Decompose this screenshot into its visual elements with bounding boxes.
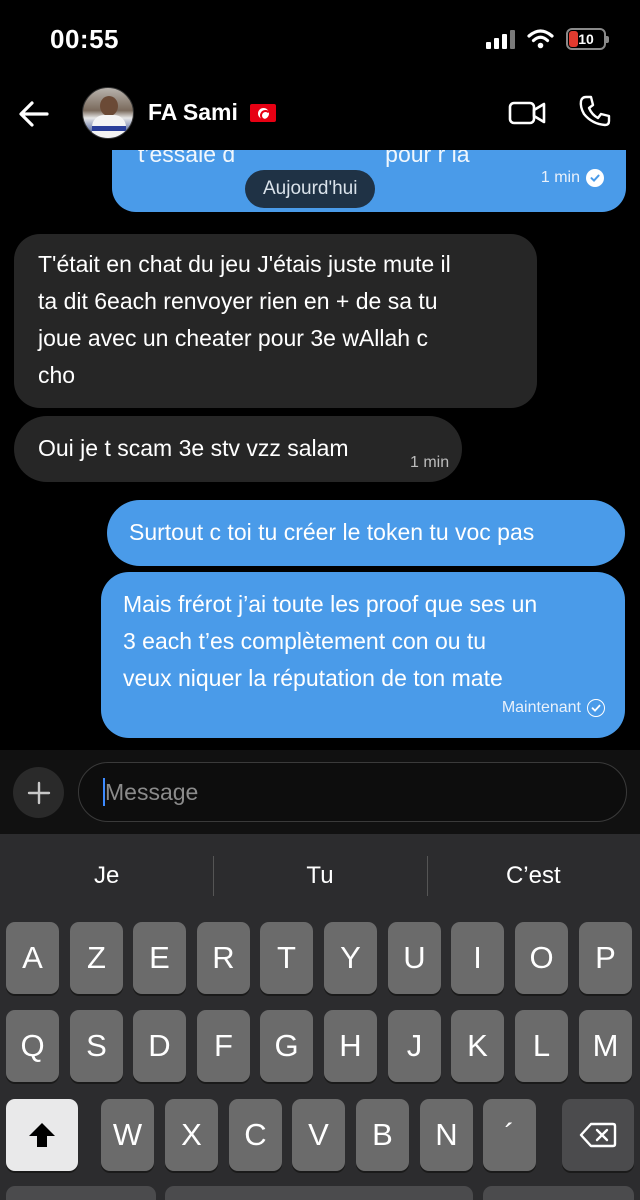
key-q[interactable]: Q	[6, 1010, 59, 1082]
return-key[interactable]	[483, 1186, 634, 1200]
space-key[interactable]	[165, 1186, 473, 1200]
status-icons: 10	[486, 28, 609, 50]
message-line: 3 each t’es complètement con ou tu	[123, 628, 487, 654]
message-time: 1 min	[540, 169, 580, 186]
suggestion-bar: Je Tu C’est	[0, 852, 640, 900]
conversation[interactable]: t’essaie d pour r la 1 min Aujourd'hui T'…	[0, 150, 640, 750]
suggestion-item[interactable]: Tu	[213, 852, 426, 900]
message-input[interactable]	[78, 762, 627, 822]
key-s[interactable]: S	[70, 1010, 123, 1082]
status-bar: 00:55 10	[0, 0, 640, 80]
suggestion-item[interactable]: Je	[0, 852, 213, 900]
message-line: joue avec un cheater pour 3e wAllah c	[38, 325, 428, 351]
message-line: T'était en chat du jeu J'étais juste mut…	[38, 251, 451, 277]
message-meta: Maintenant	[502, 689, 605, 726]
key-c[interactable]: C	[229, 1099, 282, 1171]
key-x[interactable]: X	[165, 1099, 218, 1171]
keyboard: Je Tu C’est A Z E R T Y U I O P Q S D F …	[0, 834, 640, 1200]
key-m[interactable]: M	[579, 1010, 632, 1082]
contact-name[interactable]: FA Sami	[148, 99, 238, 126]
chat-header: FA Sami	[0, 80, 640, 150]
key-j[interactable]: J	[388, 1010, 441, 1082]
message-bubble-outgoing[interactable]: Surtout c toi tu créer le token tu voc p…	[107, 500, 625, 566]
message-meta: 1 min	[541, 159, 604, 196]
message-line: pour r la	[385, 150, 470, 167]
backspace-icon	[579, 1122, 617, 1148]
key-n[interactable]: N	[420, 1099, 473, 1171]
key-v[interactable]: V	[292, 1099, 345, 1171]
key-h[interactable]: H	[324, 1010, 377, 1082]
signal-icon	[486, 29, 515, 49]
tunisia-flag-icon	[250, 104, 276, 122]
sent-check-icon	[587, 698, 605, 717]
message-bubble-incoming[interactable]: T'était en chat du jeu J'étais juste mut…	[14, 234, 537, 408]
text-caret	[103, 778, 105, 806]
key-e[interactable]: E	[133, 922, 186, 994]
key-g[interactable]: G	[260, 1010, 313, 1082]
video-camera-icon[interactable]	[508, 98, 546, 128]
message-time: 1 min	[410, 454, 450, 471]
message-line: Surtout c toi tu créer le token tu voc p…	[129, 519, 535, 545]
key-z[interactable]: Z	[70, 922, 123, 994]
status-time: 00:55	[50, 24, 119, 54]
message-bubble-outgoing[interactable]: Mais frérot j’ai toute les proof que ses…	[101, 572, 625, 738]
message-status: Maintenant	[501, 699, 581, 716]
key-y[interactable]: Y	[324, 922, 377, 994]
message-composer	[0, 750, 640, 834]
phone-icon[interactable]	[578, 94, 612, 128]
key-b[interactable]: B	[356, 1099, 409, 1171]
battery-level: 10	[578, 31, 594, 47]
message-line: cho	[38, 362, 76, 388]
backspace-key[interactable]	[562, 1099, 634, 1171]
message-line: Oui je t scam 3e stv vzz salam	[38, 435, 349, 461]
key-f[interactable]: F	[197, 1010, 250, 1082]
key-w[interactable]: W	[101, 1099, 154, 1171]
key-p[interactable]: P	[579, 922, 632, 994]
battery-icon: 10	[566, 28, 609, 50]
add-attachment-button[interactable]	[13, 767, 64, 818]
message-line: ta dit 6each renvoyer rien en + de sa tu	[38, 288, 438, 314]
shift-icon	[29, 1123, 55, 1147]
message-line: Mais frérot j’ai toute les proof que ses…	[123, 591, 538, 617]
message-meta: 1 min	[410, 444, 449, 481]
key-t[interactable]: T	[260, 922, 313, 994]
message-line: t’essaie d	[138, 150, 236, 167]
key-l[interactable]: L	[515, 1010, 568, 1082]
plus-icon	[27, 781, 50, 804]
back-arrow-icon[interactable]	[16, 96, 52, 132]
key-u[interactable]: U	[388, 922, 441, 994]
wifi-icon	[527, 29, 554, 49]
key-i[interactable]: I	[451, 922, 504, 994]
key-d[interactable]: D	[133, 1010, 186, 1082]
shift-key[interactable]	[6, 1099, 78, 1171]
key-k[interactable]: K	[451, 1010, 504, 1082]
avatar[interactable]	[82, 87, 134, 139]
date-separator: Aujourd'hui	[245, 170, 376, 208]
numbers-key[interactable]	[6, 1186, 156, 1200]
key-accent[interactable]: ´	[483, 1099, 536, 1171]
read-check-icon	[586, 168, 604, 187]
key-o[interactable]: O	[515, 922, 568, 994]
message-bubble-incoming[interactable]: Oui je t scam 3e stv vzz salam 1 min	[14, 416, 462, 482]
key-r[interactable]: R	[197, 922, 250, 994]
suggestion-item[interactable]: C’est	[426, 852, 640, 900]
key-a[interactable]: A	[6, 922, 59, 994]
